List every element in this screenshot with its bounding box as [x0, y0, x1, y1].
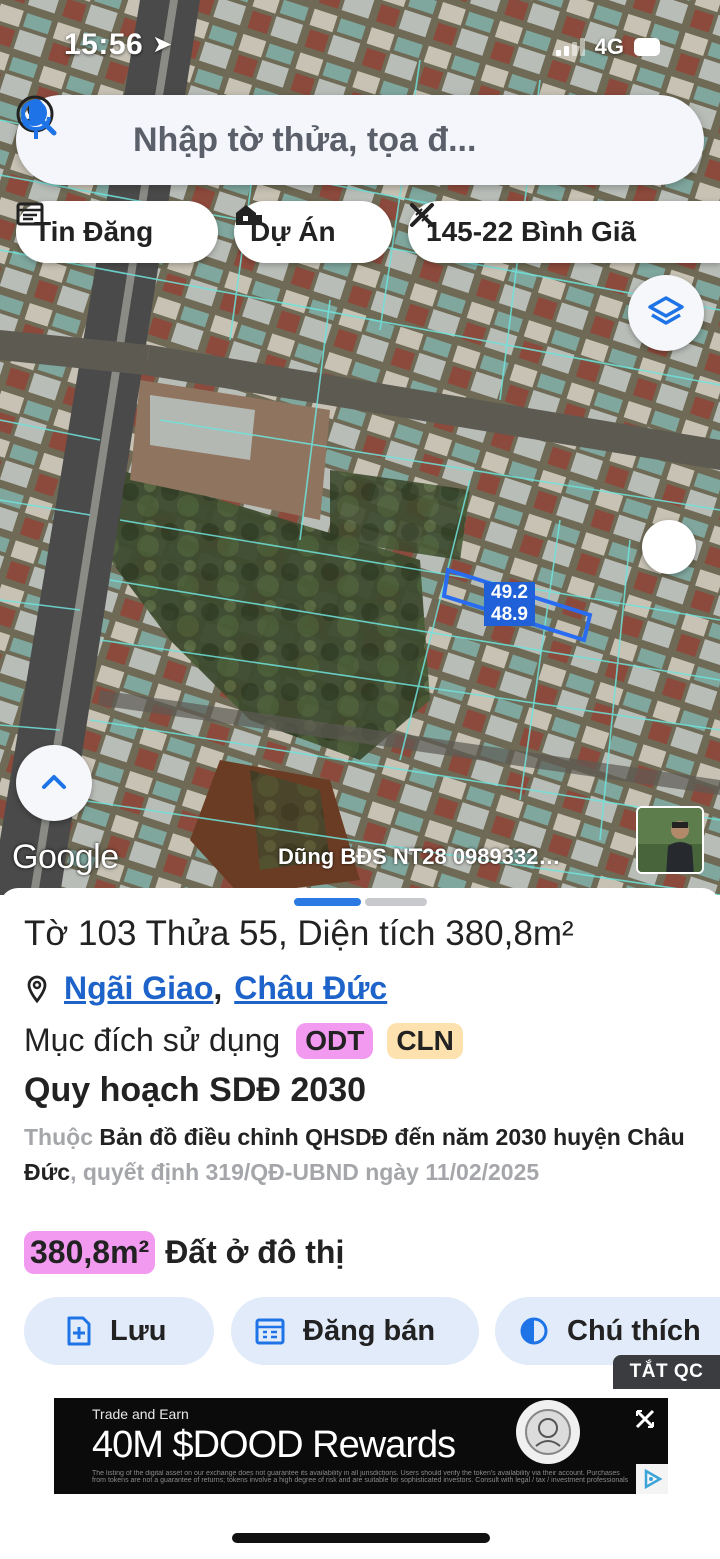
location-row: Ngãi Giao , Châu Đức — [24, 970, 387, 1007]
parcel-edge-length-bottom: 48.9 — [484, 604, 535, 626]
layers-icon — [648, 296, 684, 325]
watermark-text: Dũng BĐS NT28 0989332… — [278, 844, 561, 869]
chip-place[interactable]: 145-22 Bình Giã — [408, 201, 720, 263]
layers-button[interactable] — [628, 275, 704, 351]
home-indicator[interactable] — [232, 1533, 490, 1543]
plan-desc-prefix: Thuộc — [24, 1124, 93, 1150]
area-land-type: Đất ở đô thị — [165, 1234, 345, 1270]
chevron-up-icon — [42, 775, 66, 789]
network-type: 4G — [594, 34, 624, 59]
post-for-sale-label: Đăng bán — [303, 1314, 436, 1347]
ad-small-text: Trade and Earn — [92, 1406, 189, 1422]
parcel-title: Tờ 103 Thửa 55, Diện tích 380,8m² — [24, 914, 574, 953]
status-indicators: 4G — [555, 34, 660, 60]
adchoices-icon[interactable] — [636, 1464, 668, 1494]
status-bar: 15:56 ➤ 4G — [0, 22, 720, 66]
google-logo: Google — [12, 838, 119, 876]
area-row: 380,8m² Đất ở đô thị — [24, 1231, 344, 1274]
add-file-icon — [67, 1316, 91, 1346]
district-link[interactable]: Châu Đức — [234, 970, 387, 1007]
ad-logo — [516, 1400, 580, 1464]
cellular-signal-icon — [555, 38, 585, 56]
area-badge: 380,8m² — [24, 1231, 156, 1274]
turn-off-ads-button[interactable]: TẮT QC — [613, 1355, 720, 1389]
plan-title: Quy hoạch SDĐ 2030 — [24, 1071, 367, 1109]
land-use-badge-cln[interactable]: CLN — [387, 1022, 463, 1059]
save-button-label: Lưu — [110, 1314, 167, 1347]
status-time: 15:56 ➤ — [64, 28, 173, 62]
calendar-icon — [255, 1318, 285, 1345]
sheet-handle-active[interactable] — [294, 898, 361, 906]
parcel-info-sheet: Tờ 103 Thửa 55, Diện tích 380,8m² Ngãi G… — [0, 888, 720, 1559]
location-separator: , — [213, 970, 223, 1006]
ad-fine-print: The listing of the digital asset on our … — [92, 1470, 629, 1484]
commune-link[interactable]: Ngãi Giao — [64, 970, 213, 1007]
search-bar[interactable]: Nhập tờ thửa, tọa đ... — [16, 95, 704, 185]
buildings-icon — [236, 205, 262, 225]
land-use-label: Mục đích sử dụng — [24, 1022, 281, 1058]
search-input[interactable]: Nhập tờ thửa, tọa đ... — [133, 121, 476, 160]
calendar-list-icon — [16, 202, 44, 226]
battery-icon — [634, 38, 660, 56]
chip-news[interactable]: Tin Đăng — [16, 201, 218, 263]
save-button[interactable]: Lưu — [24, 1297, 214, 1365]
chip-news-label: Tin Đăng — [34, 216, 154, 247]
floating-assistive-button[interactable] — [642, 520, 696, 574]
legend-button-label: Chú thích — [567, 1314, 701, 1347]
plan-decision: , quyết định 319/QĐ-UBND ngày 11/02/2025 — [70, 1159, 540, 1185]
location-arrow-icon: ➤ — [152, 31, 173, 58]
chip-place-label: 145-22 Bình Giã — [426, 216, 637, 247]
satellite-map[interactable]: 15:56 ➤ 4G Nhập tờ thửa, tọa đ... Tin Đă… — [0, 0, 720, 895]
ad-close-icon[interactable] — [634, 1408, 656, 1430]
post-for-sale-button[interactable]: Đăng bán — [231, 1297, 479, 1365]
land-use-row: Mục đích sử dụng ODT CLN — [24, 1022, 477, 1059]
expand-up-button[interactable] — [16, 745, 92, 821]
parcel-edge-length-top: 49.2 — [484, 582, 535, 604]
plan-description: Thuộc Bản đồ điều chỉnh QHSDĐ đến năm 20… — [24, 1120, 704, 1190]
ad-banner[interactable]: Trade and Earn 40M $DOOD Rewards The lis… — [54, 1398, 668, 1494]
contrast-icon — [520, 1317, 548, 1345]
watermark-avatar — [636, 806, 704, 874]
land-use-badge-odt[interactable]: ODT — [296, 1022, 374, 1059]
microphone-icon[interactable] — [16, 95, 56, 143]
location-pin-icon — [27, 975, 47, 1003]
ruler-cross-icon — [410, 203, 434, 227]
ad-headline: 40M $DOOD Rewards — [92, 1424, 456, 1466]
sheet-handle-inactive[interactable] — [365, 898, 427, 906]
clock: 15:56 — [64, 28, 144, 61]
chip-projects[interactable]: Dự Án — [234, 201, 392, 263]
